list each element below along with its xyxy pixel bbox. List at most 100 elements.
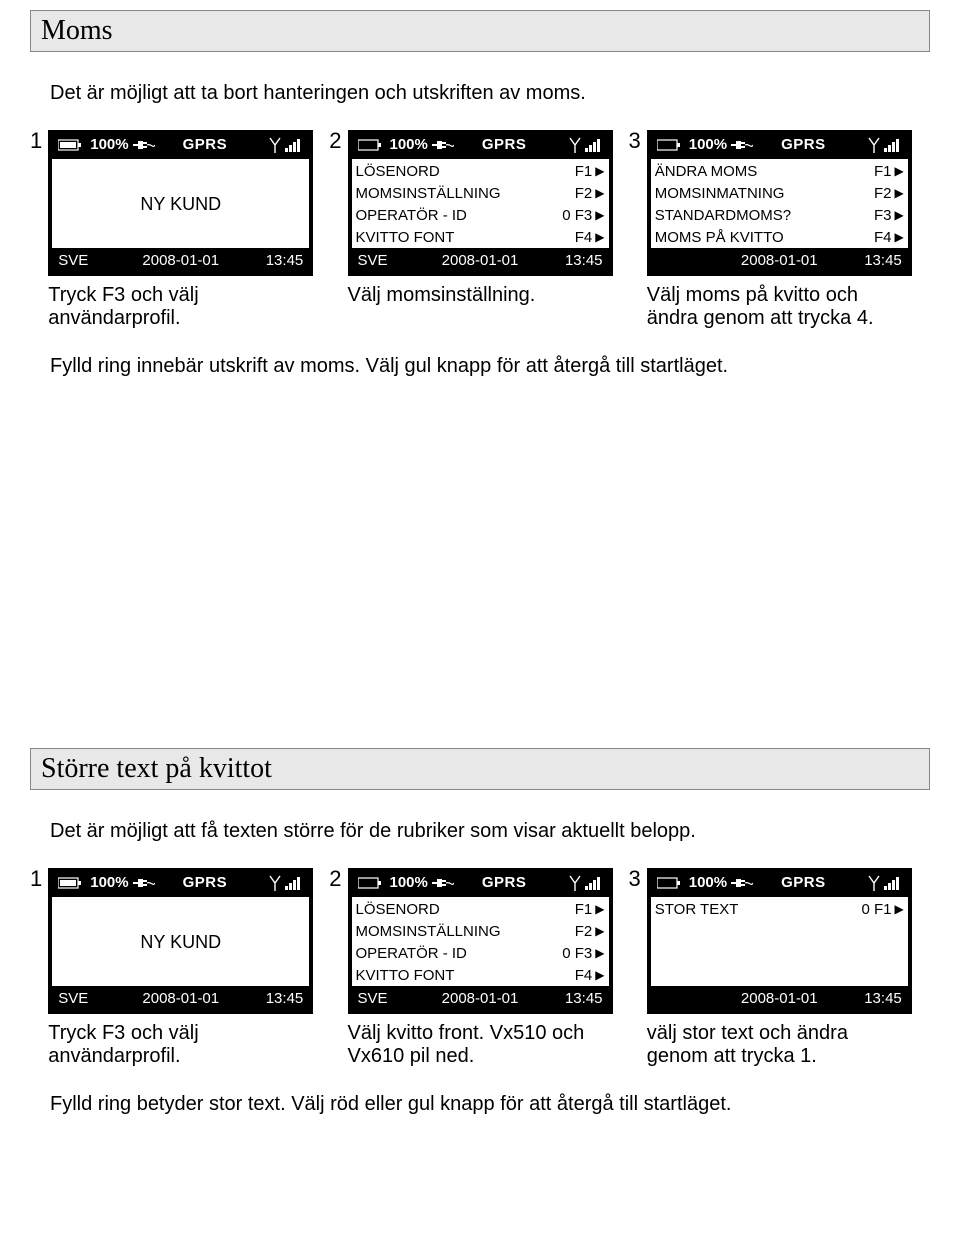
menu-row: MOMSINSTÄLLNINGF2▶ bbox=[352, 182, 609, 204]
signal-icon bbox=[884, 876, 902, 890]
screen-caption: Välj momsinställning. bbox=[348, 284, 613, 307]
chevron-right-icon: ▶ bbox=[595, 208, 604, 222]
screen-caption: Tryck F3 och välj användarprofil. bbox=[48, 284, 313, 330]
step-number: 3 bbox=[629, 868, 641, 890]
screen-caption: Välj moms på kvitto och ändra genom att … bbox=[647, 284, 912, 330]
footer-time: 13:45 bbox=[820, 252, 902, 269]
menu-row: KVITTO FONTF4▶ bbox=[352, 964, 609, 986]
device-screen-2-2: 100% GPRS LÖSENORDF1▶ MOMSINSTÄLLNINGF2▶… bbox=[348, 868, 613, 1014]
footer-date: 2008-01-01 bbox=[738, 990, 820, 1007]
signal-icon bbox=[884, 138, 902, 152]
network-label: GPRS bbox=[183, 874, 228, 891]
screen-body-label: NY KUND bbox=[52, 160, 309, 248]
network-label: GPRS bbox=[183, 136, 228, 153]
footer-time: 13:45 bbox=[222, 990, 304, 1007]
step-number: 2 bbox=[329, 130, 341, 152]
battery-icon bbox=[358, 877, 382, 889]
screen-body-label: NY KUND bbox=[52, 898, 309, 986]
footer-time: 13:45 bbox=[521, 990, 603, 1007]
step-number: 1 bbox=[30, 868, 42, 890]
battery-icon bbox=[657, 877, 681, 889]
network-label: GPRS bbox=[781, 874, 826, 891]
step-number: 2 bbox=[329, 868, 341, 890]
menu-row: OPERATÖR - ID0 F3▶ bbox=[352, 204, 609, 226]
antenna-icon bbox=[868, 137, 880, 153]
battery-pct: 100% bbox=[390, 874, 428, 891]
battery-icon bbox=[58, 877, 82, 889]
battery-pct: 100% bbox=[90, 136, 128, 153]
screen-caption: Välj kvitto front. Vx510 och Vx610 pil n… bbox=[348, 1022, 613, 1068]
footer-time: 13:45 bbox=[820, 990, 902, 1007]
screen-caption: Tryck F3 och välj användarprofil. bbox=[48, 1022, 313, 1068]
device-screen-1-1: 100% GPRS NY KUND bbox=[48, 130, 313, 276]
chevron-right-icon: ▶ bbox=[895, 230, 904, 244]
screens-row-2: 1 100% GPRS NY KUND SVE bbox=[30, 868, 930, 1068]
battery-icon bbox=[358, 139, 382, 151]
chevron-right-icon: ▶ bbox=[895, 186, 904, 200]
chevron-right-icon: ▶ bbox=[595, 164, 604, 178]
step-number: 3 bbox=[629, 130, 641, 152]
chevron-right-icon: ▶ bbox=[595, 946, 604, 960]
plug-icon bbox=[731, 139, 753, 151]
footer-date: 2008-01-01 bbox=[738, 252, 820, 269]
battery-icon bbox=[58, 139, 82, 151]
note-text-2: Fylld ring betyder stor text. Välj röd e… bbox=[50, 1093, 910, 1116]
signal-icon bbox=[585, 876, 603, 890]
signal-icon bbox=[585, 138, 603, 152]
network-label: GPRS bbox=[781, 136, 826, 153]
battery-pct: 100% bbox=[689, 874, 727, 891]
network-label: GPRS bbox=[482, 874, 527, 891]
menu-row: LÖSENORDF1▶ bbox=[352, 898, 609, 920]
chevron-right-icon: ▶ bbox=[895, 902, 904, 916]
menu-row: STANDARDMOMS?F3▶ bbox=[651, 204, 908, 226]
battery-pct: 100% bbox=[390, 136, 428, 153]
plug-icon bbox=[432, 877, 454, 889]
step-number: 1 bbox=[30, 130, 42, 152]
device-screen-2-3: 100% GPRS STOR TEXT0 F1▶ 2008-01-01 13:4… bbox=[647, 868, 912, 1014]
chevron-right-icon: ▶ bbox=[595, 230, 604, 244]
chevron-right-icon: ▶ bbox=[595, 186, 604, 200]
note-text-1: Fylld ring innebär utskrift av moms. Väl… bbox=[50, 355, 910, 378]
menu-row: OPERATÖR - ID0 F3▶ bbox=[352, 942, 609, 964]
section-header-larger-text: Större text på kvittot bbox=[30, 748, 930, 790]
menu-row: STOR TEXT0 F1▶ bbox=[651, 898, 908, 920]
battery-icon bbox=[657, 139, 681, 151]
chevron-right-icon: ▶ bbox=[895, 164, 904, 178]
footer-time: 13:45 bbox=[521, 252, 603, 269]
intro-text-1: Det är möjligt att ta bort hanteringen o… bbox=[50, 82, 910, 105]
footer-date: 2008-01-01 bbox=[439, 252, 521, 269]
device-screen-1-2: 100% GPRS LÖSENORDF1▶ MOMSINSTÄLLNINGF2▶… bbox=[348, 130, 613, 276]
plug-icon bbox=[731, 877, 753, 889]
menu-row: ÄNDRA MOMSF1▶ bbox=[651, 160, 908, 182]
menu-row: MOMS PÅ KVITTOF4▶ bbox=[651, 226, 908, 248]
footer-lang: SVE bbox=[58, 252, 140, 269]
menu-row: KVITTO FONTF4▶ bbox=[352, 226, 609, 248]
chevron-right-icon: ▶ bbox=[595, 902, 604, 916]
footer-time: 13:45 bbox=[222, 252, 304, 269]
menu-row: MOMSINMATNINGF2▶ bbox=[651, 182, 908, 204]
chevron-right-icon: ▶ bbox=[595, 924, 604, 938]
antenna-icon bbox=[868, 875, 880, 891]
antenna-icon bbox=[569, 875, 581, 891]
signal-icon bbox=[285, 138, 303, 152]
screens-row-1: 1 100% GPRS bbox=[30, 130, 930, 330]
intro-text-2: Det är möjligt att få texten större för … bbox=[50, 820, 910, 843]
footer-lang: SVE bbox=[358, 990, 440, 1007]
device-screen-1-3: 100% GPRS ÄNDRA MOMSF1▶ MOMSINMATNINGF2▶… bbox=[647, 130, 912, 276]
footer-date: 2008-01-01 bbox=[439, 990, 521, 1007]
antenna-icon bbox=[569, 137, 581, 153]
section-header-moms: Moms bbox=[30, 10, 930, 52]
footer-date: 2008-01-01 bbox=[140, 252, 222, 269]
footer-date: 2008-01-01 bbox=[140, 990, 222, 1007]
screen-caption: välj stor text och ändra genom att tryck… bbox=[647, 1022, 912, 1068]
battery-pct: 100% bbox=[90, 874, 128, 891]
device-screen-2-1: 100% GPRS NY KUND SVE 2008-01-01 13:45 bbox=[48, 868, 313, 1014]
network-label: GPRS bbox=[482, 136, 527, 153]
antenna-icon bbox=[269, 875, 281, 891]
antenna-icon bbox=[269, 137, 281, 153]
battery-pct: 100% bbox=[689, 136, 727, 153]
plug-icon bbox=[133, 877, 155, 889]
signal-icon bbox=[285, 876, 303, 890]
menu-row: LÖSENORDF1▶ bbox=[352, 160, 609, 182]
plug-icon bbox=[133, 139, 155, 151]
